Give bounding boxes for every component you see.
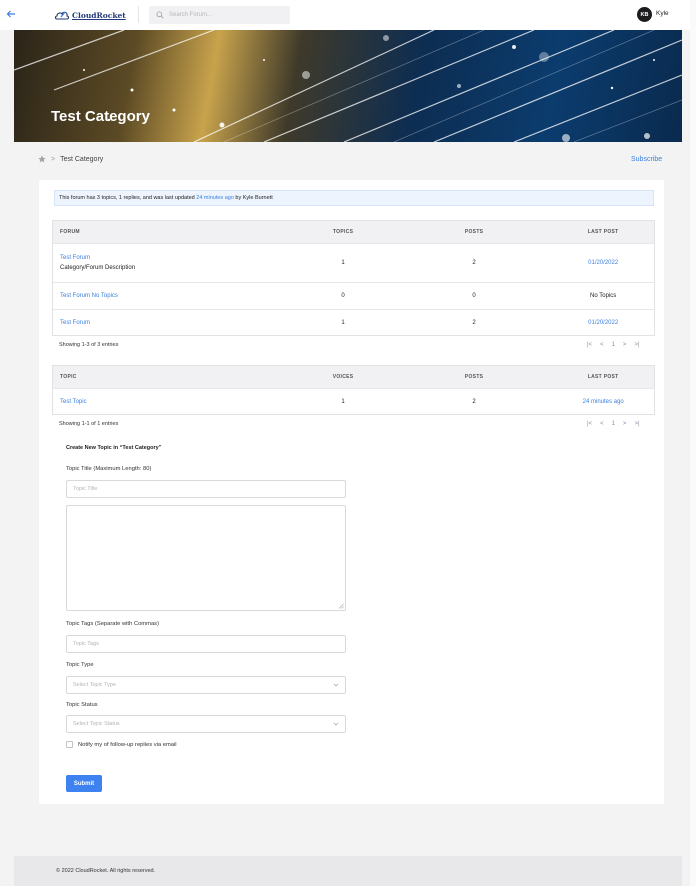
prev-page-button[interactable]: < [600, 342, 604, 348]
column-header-posts: POSTS [464, 374, 484, 380]
scrollbar[interactable] [690, 0, 696, 886]
hero-background-image [14, 30, 682, 142]
topic-tags-input[interactable]: Topic Tags [66, 635, 346, 653]
resize-grip-icon[interactable] [338, 603, 344, 609]
topic-title-label: Topic Title (Maximum Length: 80) [66, 466, 152, 472]
rocket-cloud-icon [54, 11, 70, 20]
column-header-last-post: LAST POST [587, 374, 619, 380]
logo-text: CloudRocket [72, 10, 126, 20]
hero-banner: Test Category [14, 30, 682, 142]
forum-link[interactable]: Test Forum No Topics [53, 293, 290, 299]
topic-content-textarea[interactable] [66, 505, 346, 611]
forum-cell: Test Forum Category/Forum Description [53, 255, 290, 271]
forums-table: FORUM TOPICS POSTS LAST POST Test Forum … [52, 220, 655, 336]
back-arrow-icon[interactable] [5, 8, 17, 20]
prev-page-button[interactable]: < [600, 421, 604, 427]
forums-showing-count: Showing 1-3 of 3 entries [59, 342, 119, 348]
logo[interactable]: CloudRocket [54, 8, 126, 22]
column-header-posts: POSTS [464, 229, 484, 235]
topics-showing-count: Showing 1-1 of 1 entries [59, 421, 119, 427]
column-header-forum: FORUM [60, 229, 80, 235]
topics-pagination: |< < 1 > >| [587, 421, 640, 427]
breadcrumb: > Test Category [38, 155, 103, 163]
posts-count: 2 [472, 319, 476, 326]
topics-count: 1 [341, 260, 345, 266]
table-row: Test Topic 1 2 24 minutes ago [53, 388, 654, 414]
last-page-button[interactable]: >| [634, 421, 639, 427]
column-header-topic: TOPIC [60, 374, 77, 380]
home-star-icon[interactable] [38, 155, 46, 163]
topic-tags-placeholder: Topic Tags [73, 641, 99, 647]
table-row: Test Forum No Topics 0 0 No Topics [53, 282, 654, 309]
avatar[interactable]: KB [637, 7, 652, 22]
topic-type-placeholder: Select Topic Type [73, 682, 116, 688]
forum-info-banner: This forum has 3 topics, 1 replies, and … [54, 190, 654, 206]
first-page-button[interactable]: |< [587, 421, 592, 427]
breadcrumb-current: Test Category [60, 155, 104, 163]
chevron-down-icon [333, 683, 339, 687]
topic-title-input[interactable]: Topic Title [66, 480, 346, 498]
page-number[interactable]: 1 [612, 421, 615, 427]
topics-count: 1 [341, 319, 345, 326]
search-icon [156, 11, 164, 19]
topics-table: TOPIC VOICES POSTS LAST POST Test Topic … [52, 365, 655, 415]
footer: © 2022 CloudRocket. All rights reserved. [14, 856, 682, 886]
voices-count: 1 [341, 398, 345, 405]
last-page-button[interactable]: >| [634, 342, 639, 348]
column-header-last-post: LAST POST [587, 229, 619, 235]
main-card: This forum has 3 topics, 1 replies, and … [39, 180, 664, 804]
posts-count: 0 [472, 293, 476, 299]
notify-option: Notify my of follow-up replies via email [66, 741, 177, 748]
forum-link[interactable]: Test Forum [60, 255, 290, 261]
table-row: Test Forum Category/Forum Description 1 … [53, 243, 654, 282]
posts-count: 2 [472, 260, 476, 266]
notify-checkbox[interactable] [66, 741, 73, 748]
topic-title-placeholder: Topic Title [73, 486, 98, 492]
info-time-link[interactable]: 24 minutes ago [196, 195, 234, 201]
chevron-down-icon [333, 722, 339, 726]
breadcrumb-chevron-icon: > [51, 155, 56, 163]
user-name[interactable]: Kyle [656, 10, 669, 17]
info-suffix: by Kyle Burnett [233, 195, 273, 201]
last-post-link[interactable]: 01/20/2022 [552, 320, 654, 326]
topic-link[interactable]: Test Topic [53, 399, 290, 405]
notify-label[interactable]: Notify my of follow-up replies via email [78, 742, 177, 748]
next-page-button[interactable]: > [623, 421, 627, 427]
column-header-voices: VOICES [332, 374, 354, 380]
forums-pagination: |< < 1 > >| [587, 342, 640, 348]
page-number[interactable]: 1 [612, 342, 615, 348]
subscribe-link[interactable]: Subscribe [631, 156, 662, 163]
topic-type-select[interactable]: Select Topic Type [66, 676, 346, 694]
column-header-topics: TOPICS [332, 229, 354, 235]
table-header: TOPIC VOICES POSTS LAST POST [53, 366, 654, 388]
page-title: Test Category [51, 108, 150, 125]
submit-button[interactable]: Submit [66, 775, 102, 792]
last-post-text: No Topics [590, 293, 617, 299]
last-post-link[interactable]: 24 minutes ago [552, 399, 654, 405]
topic-status-placeholder: Select Topic Status [73, 721, 120, 727]
copyright-text: © 2022 CloudRocket. All rights reserved. [56, 868, 156, 874]
header-divider [138, 6, 139, 23]
topic-tags-label: Topic Tags (Separate with Commas) [66, 621, 160, 627]
forum-link[interactable]: Test Forum [53, 320, 290, 326]
next-page-button[interactable]: > [623, 342, 627, 348]
first-page-button[interactable]: |< [587, 342, 592, 348]
new-topic-form-title: Create New Topic in “Test Category” [66, 445, 162, 451]
info-prefix: This forum has 3 topics, 1 replies, and … [59, 195, 197, 201]
forum-description: Category/Forum Description [60, 265, 136, 271]
last-post-link[interactable]: 01/20/2022 [552, 260, 654, 266]
search-input[interactable]: Search Forum... [149, 6, 290, 24]
table-header: FORUM TOPICS POSTS LAST POST [53, 221, 654, 243]
top-bar: CloudRocket Search Forum... KB Kyle [0, 0, 696, 30]
topics-count: 0 [341, 293, 345, 299]
posts-count: 2 [472, 398, 476, 405]
search-placeholder: Search Forum... [169, 12, 213, 18]
table-row: Test Forum 1 2 01/20/2022 [53, 309, 654, 335]
topic-status-label: Topic Status [66, 702, 98, 708]
topic-status-select[interactable]: Select Topic Status [66, 715, 346, 733]
topic-type-label: Topic Type [66, 662, 94, 668]
